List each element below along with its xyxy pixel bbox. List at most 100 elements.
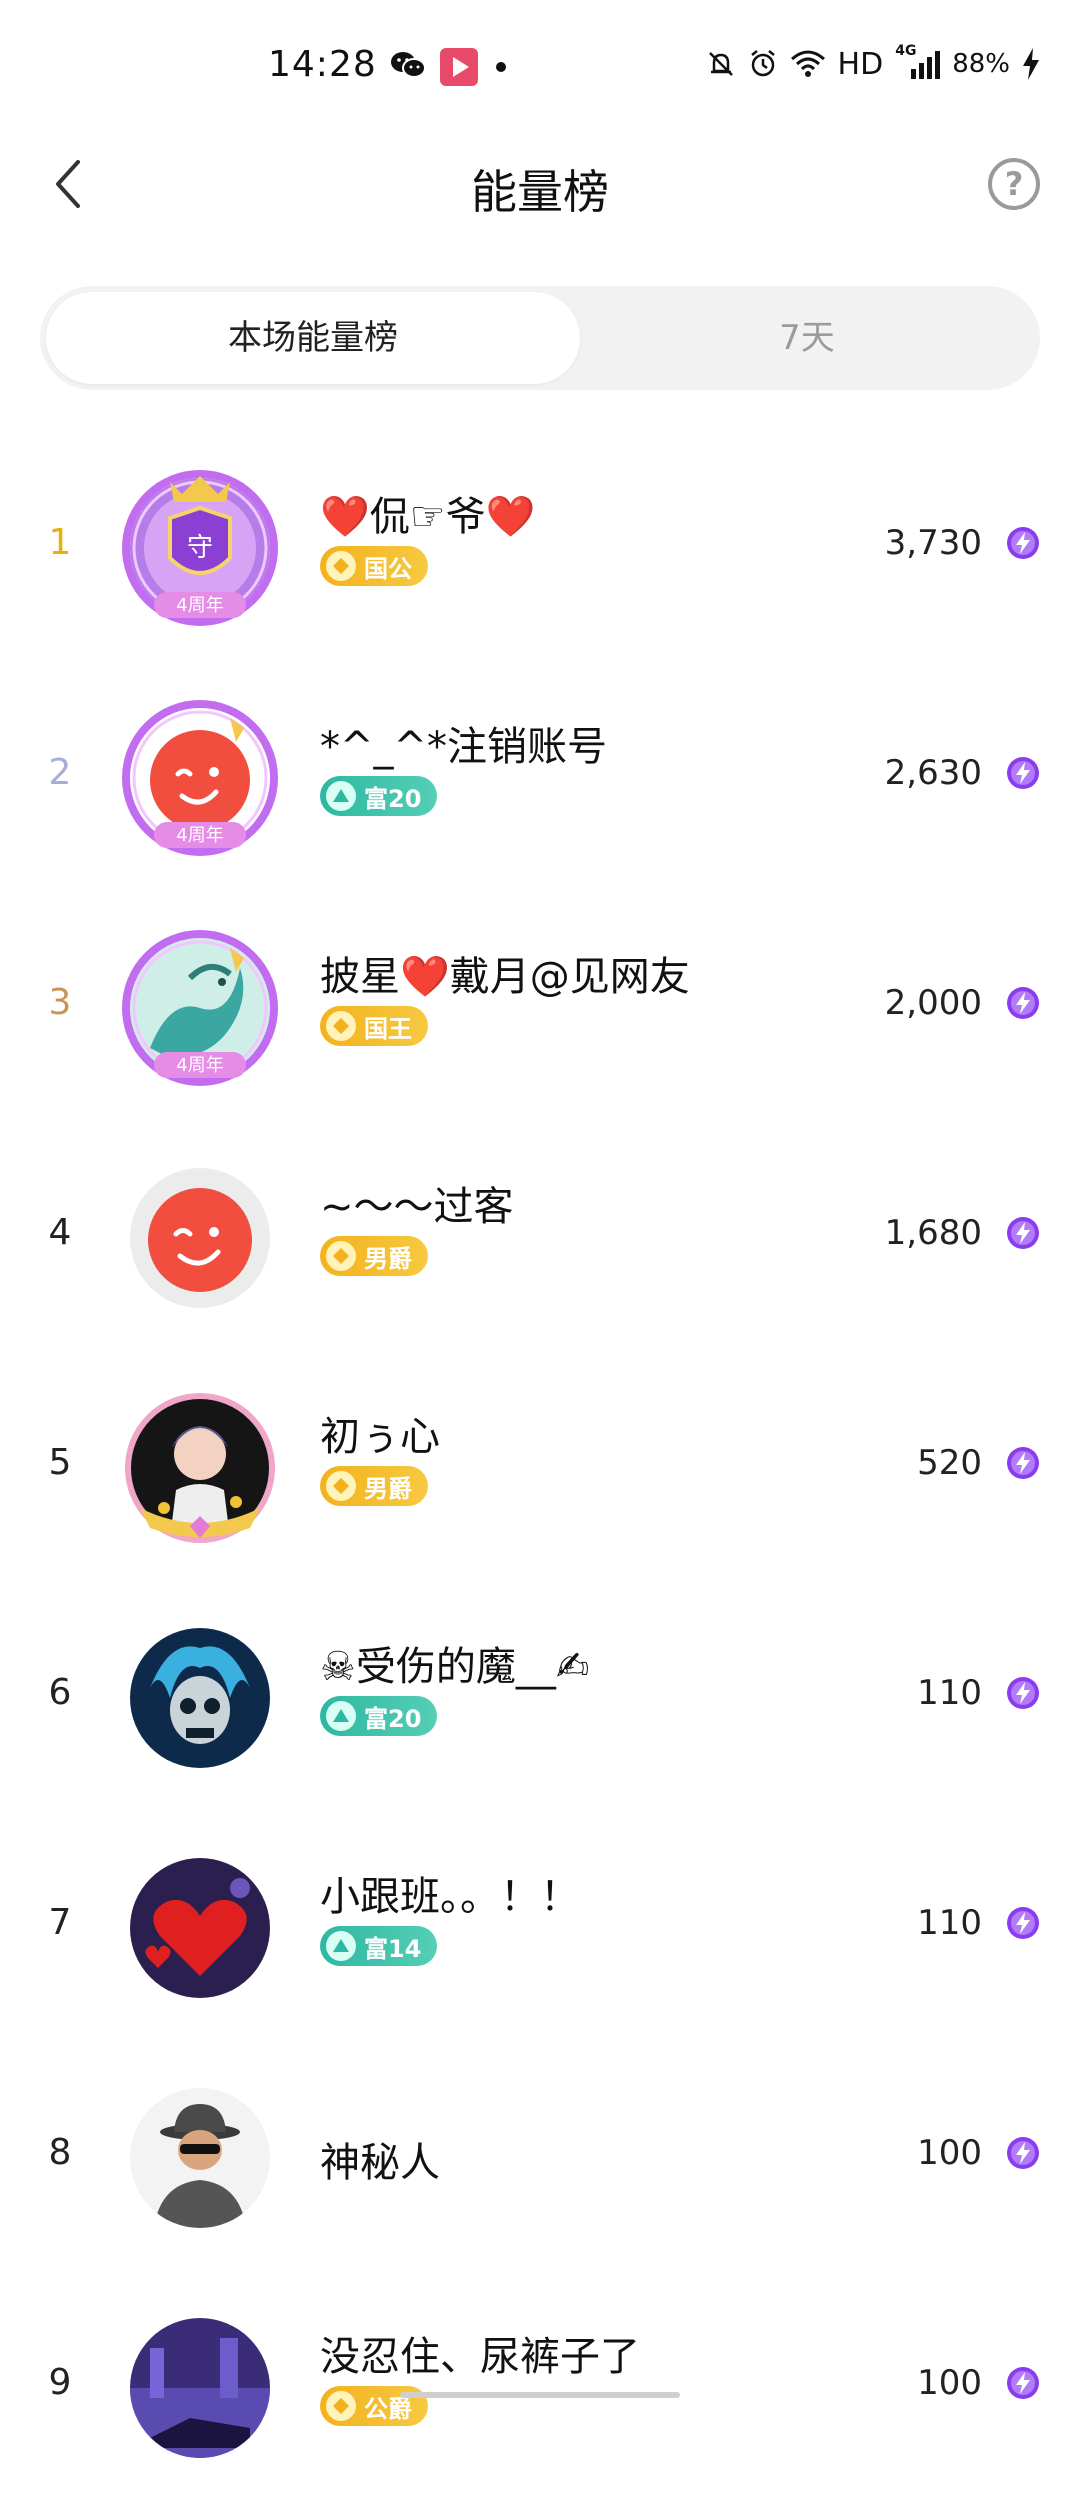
wechat-icon <box>391 52 426 78</box>
notification-dot-icon <box>496 62 506 72</box>
avatar[interactable] <box>120 1618 280 1778</box>
avatar-image <box>130 1168 270 1308</box>
list-item[interactable]: 2 4周年 *^_^*注销账号 富20 2,630 <box>0 658 1080 888</box>
help-icon[interactable]: ? <box>988 158 1040 210</box>
user-name: *^_^*注销账号 <box>320 724 608 770</box>
badge-label: 男爵 <box>364 1474 412 1503</box>
energy-bolt-icon <box>1007 2137 1039 2169</box>
rank-number: 3 <box>48 982 72 1023</box>
energy-score: 520 <box>917 1443 982 1483</box>
user-name: 初ぅ心 <box>320 1414 440 1460</box>
user-name: ~〜〜过客 <box>320 1184 514 1230</box>
badge-label: 富20 <box>364 1704 422 1733</box>
avatar-frame-icon: 4周年 <box>122 470 278 626</box>
level-badge: 富20 <box>320 1696 438 1736</box>
mute-bell-icon <box>708 52 733 76</box>
user-name: 披星❤️戴月@见网友 <box>320 954 690 1000</box>
cell-signal-icon: 4G <box>895 43 941 79</box>
diamond-icon <box>326 551 356 581</box>
energy-bolt-icon <box>1007 987 1039 1019</box>
list-item[interactable]: 5 初ぅ心 男爵 520 <box>0 1348 1080 1578</box>
tab-7-days[interactable]: 7天 <box>580 292 1034 384</box>
energy-score: 110 <box>917 1673 982 1713</box>
list-item[interactable]: 3 4周年 披星❤️戴月@见网友 国王 2,000 <box>0 888 1080 1118</box>
list-item[interactable]: 4 ~〜〜过客 男爵 1,680 <box>0 1118 1080 1348</box>
list-item[interactable]: 9 没忍住、尿裤子了 公爵 100 <box>0 2268 1080 2498</box>
energy-bolt-icon <box>1007 1907 1039 1939</box>
badge-label: 国王 <box>364 1014 412 1043</box>
list-item[interactable]: 1 守 4周年 ❤️侃☞爷❤️ 国公 3,730 <box>0 428 1080 658</box>
level-badge: 国王 <box>320 1006 428 1046</box>
diamond-icon <box>326 2391 356 2421</box>
avatar-image <box>130 2318 270 2458</box>
avatar-image <box>130 1628 270 1768</box>
badge-label: 国公 <box>364 554 412 583</box>
energy-score: 110 <box>917 1903 982 1943</box>
status-time: 14:28 <box>268 44 377 85</box>
avatar[interactable] <box>120 1158 280 1318</box>
rank-number: 2 <box>48 752 72 793</box>
energy-score: 3,730 <box>884 523 982 563</box>
battery-label: 88% <box>952 49 1010 79</box>
rank-number: 9 <box>48 2362 72 2403</box>
avatar[interactable] <box>120 2078 280 2238</box>
status-bar: 14:28 HD 4G 88% <box>0 0 1080 130</box>
avatar-frame-icon: 4周年 <box>122 930 278 1086</box>
energy-score: 100 <box>917 2363 982 2403</box>
user-name: 神秘人 <box>320 2140 440 2186</box>
level-badge: 男爵 <box>320 1236 428 1276</box>
home-indicator[interactable] <box>400 2392 680 2398</box>
rank-number: 6 <box>48 1672 72 1713</box>
energy-bolt-icon <box>1007 2367 1039 2399</box>
charging-bolt-icon <box>1023 48 1039 80</box>
page-title: 能量榜 <box>471 165 609 219</box>
user-name: ☠受伤的魔__✍ <box>320 1644 590 1690</box>
user-name: 小跟班。。！！ <box>320 1874 580 1920</box>
energy-score: 2,000 <box>884 983 982 1023</box>
energy-bolt-icon <box>1007 1217 1039 1249</box>
top-bar: 能量榜 ? <box>0 130 1080 240</box>
rank-number: 4 <box>48 1212 72 1253</box>
triangle-icon <box>326 1701 356 1731</box>
energy-bolt-icon <box>1007 1677 1039 1709</box>
avatar[interactable] <box>120 2308 280 2468</box>
rank-number: 5 <box>48 1442 72 1483</box>
diamond-icon <box>326 1471 356 1501</box>
signal-label: 4G <box>895 43 917 59</box>
list-item[interactable]: 7 小跟班。。！！ 富14 110 <box>0 1808 1080 2038</box>
rank-number: 1 <box>48 522 72 563</box>
network-label: HD <box>837 46 884 82</box>
avatar-image <box>130 2088 270 2228</box>
energy-score: 100 <box>917 2133 982 2173</box>
rank-number: 8 <box>48 2132 72 2173</box>
list-item[interactable]: 6 ☠受伤的魔__✍ 富20 110 <box>0 1578 1080 1808</box>
badge-label: 富14 <box>364 1934 422 1963</box>
triangle-icon <box>326 781 356 811</box>
energy-bolt-icon <box>1007 757 1039 789</box>
avatar[interactable] <box>120 1388 280 1548</box>
avatar-frame-icon: 4周年 <box>122 700 278 856</box>
tab-bar: 本场能量榜 7天 <box>40 286 1040 390</box>
level-badge: 富20 <box>320 776 438 816</box>
wifi-icon <box>790 50 825 77</box>
video-app-icon <box>440 48 478 86</box>
list-item[interactable]: 8 神秘人 100 <box>0 2038 1080 2268</box>
avatar[interactable]: 4周年 <box>120 698 280 858</box>
diamond-icon <box>326 1011 356 1041</box>
avatar[interactable]: 4周年 <box>120 928 280 1088</box>
level-badge: 男爵 <box>320 1466 428 1506</box>
user-name: ❤️侃☞爷❤️ <box>320 494 536 540</box>
avatar-image <box>130 1858 270 1998</box>
avatar[interactable]: 守 4周年 <box>120 468 280 628</box>
tab-current-session[interactable]: 本场能量榜 <box>46 292 580 384</box>
avatar-frame-icon <box>125 1393 275 1543</box>
level-badge: 富14 <box>320 1926 438 1966</box>
badge-label: 富20 <box>364 784 422 813</box>
triangle-icon <box>326 1931 356 1961</box>
svg-text:4周年: 4周年 <box>176 595 223 616</box>
alarm-icon <box>750 50 775 77</box>
avatar[interactable] <box>120 1848 280 2008</box>
badge-label: 男爵 <box>364 1244 412 1273</box>
energy-bolt-icon <box>1007 1447 1039 1479</box>
svg-text:4周年: 4周年 <box>176 825 223 846</box>
